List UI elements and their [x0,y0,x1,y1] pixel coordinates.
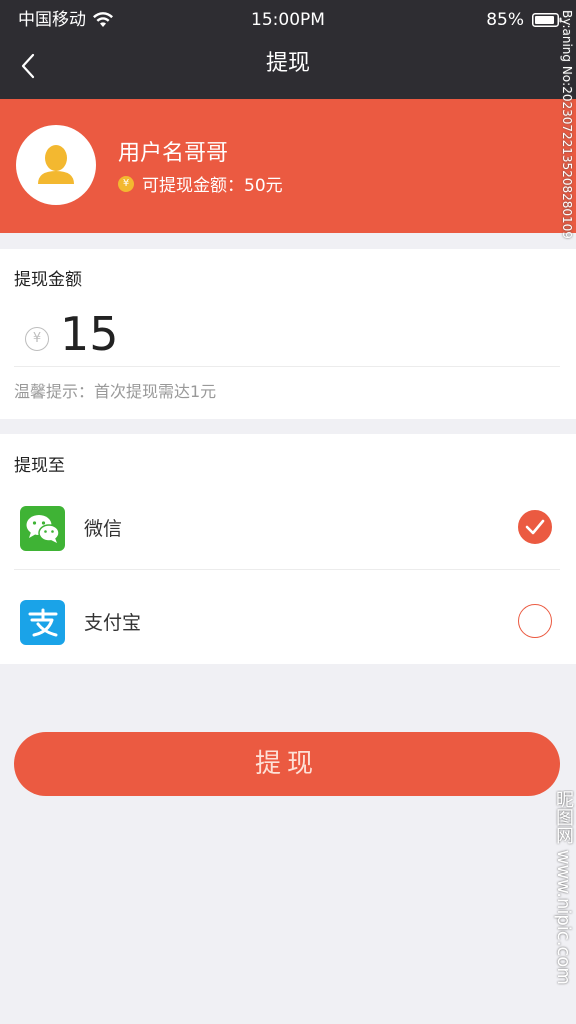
profile-header: 用户名哥哥 ¥ 可提现金额：50元 [0,99,576,233]
top-bar: 中国移动 15:00PM 85% 提现 [0,0,576,99]
available-balance: ¥ 可提现金额：50元 [118,171,283,196]
nav-bar: 提现 [0,40,576,99]
radio-checked[interactable] [518,510,552,544]
option-wechat[interactable]: 微信 [0,482,576,574]
amount-card: 提现金额 ¥ 15 温馨提示：首次提现需达1元 [0,249,576,419]
radio-unchecked[interactable] [518,604,552,638]
option-alipay[interactable]: 支付宝 [0,576,576,668]
yen-icon: ¥ [25,327,49,351]
user-icon [38,145,74,184]
alipay-icon [20,600,65,645]
avatar[interactable] [16,125,96,205]
divider [14,569,560,570]
option-label: 支付宝 [84,612,142,634]
check-icon [525,519,545,535]
tip-text: 温馨提示：首次提现需达1元 [14,382,217,401]
withdraw-button[interactable]: 提现 [14,732,560,796]
watermark-author: By:aning No:20230722135208280109 [560,10,574,239]
page-title: 提现 [265,51,310,76]
coin-icon: ¥ [118,175,134,192]
balance-text: 可提现金额：50元 [142,176,283,196]
battery-percent: 85% [486,10,524,30]
amount-input[interactable]: 15 [60,307,119,361]
battery-group: 85% [486,0,562,40]
status-bar: 中国移动 15:00PM 85% [0,0,576,40]
username: 用户名哥哥 [118,141,229,166]
amount-label: 提现金额 [14,270,82,290]
divider [14,366,560,367]
battery-icon [532,13,562,27]
watermark-site: 昵图网 www.nipic.com [553,790,574,985]
withdraw-target-label: 提现至 [14,456,65,476]
option-label: 微信 [84,518,123,540]
withdraw-target-card: 提现至 微信 支付宝 [0,434,576,664]
wechat-icon [20,506,65,551]
